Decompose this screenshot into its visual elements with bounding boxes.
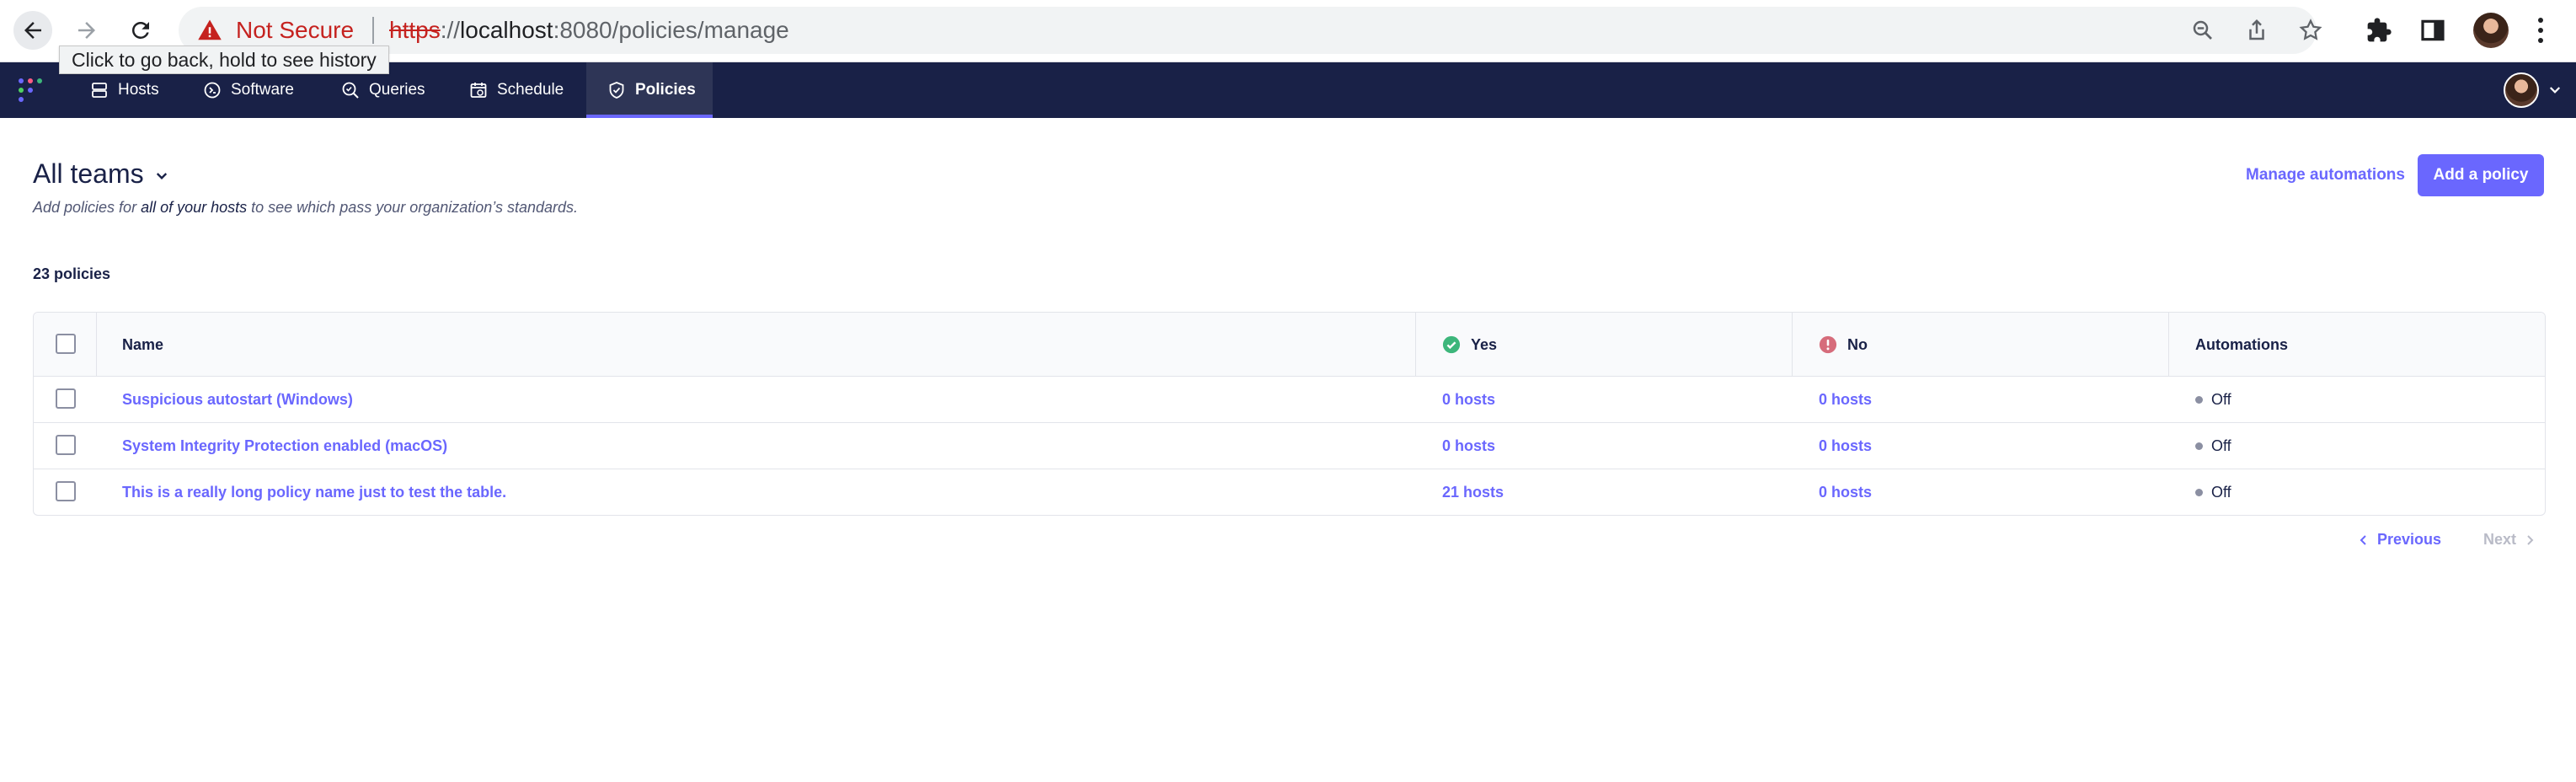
column-header-no[interactable]: No [1819, 313, 1868, 377]
avatar [2504, 72, 2539, 108]
status-dot [2195, 489, 2203, 496]
schedule-icon [470, 83, 487, 98]
more-vert-icon[interactable] [2532, 15, 2549, 46]
yes-hosts-link[interactable]: 0 hosts [1442, 377, 1495, 423]
status-dot [2195, 396, 2203, 404]
queries-icon [342, 82, 359, 99]
column-header-name[interactable]: Name [122, 313, 163, 377]
yes-hosts-link[interactable]: 21 hosts [1442, 469, 1504, 515]
header-automations-label: Automations [2195, 335, 2288, 353]
security-label: Not Secure [236, 17, 355, 43]
browser-profile-avatar[interactable] [2473, 13, 2509, 48]
star-icon[interactable] [2298, 18, 2323, 43]
nav-item-schedule[interactable]: Schedule [468, 62, 564, 118]
url-text: https://localhost:8080/policies/manage [389, 18, 789, 43]
status-label: Off [2211, 484, 2231, 501]
zoom-icon[interactable] [2190, 18, 2215, 43]
column-header-automations[interactable]: Automations [2195, 313, 2288, 377]
nav-label-schedule: Schedule [497, 81, 564, 99]
omnibox-divider [372, 17, 374, 44]
column-divider [2168, 313, 2169, 376]
nav-item-policies[interactable]: Policies [586, 62, 713, 118]
add-policy-button[interactable]: Add a policy [2418, 154, 2544, 196]
row-checkbox[interactable] [56, 388, 76, 409]
description-post: to see which pass your organization’s st… [247, 199, 579, 216]
no-hosts-link[interactable]: 0 hosts [1819, 423, 1872, 469]
no-hosts-link[interactable]: 0 hosts [1819, 469, 1872, 515]
arrow-right-icon [78, 22, 95, 39]
chevron-right-icon [2527, 534, 2534, 545]
hosts-icon [92, 83, 107, 98]
nav-label-software: Software [231, 81, 294, 99]
row-checkbox[interactable] [56, 481, 76, 501]
previous-page-button[interactable]: Previous [2359, 531, 2441, 549]
error-circle-icon [1819, 335, 1837, 354]
yes-hosts-link[interactable]: 0 hosts [1442, 423, 1495, 469]
check-circle-icon [1442, 335, 1461, 354]
automation-status: Off [2195, 377, 2231, 423]
back-button-tooltip: Click to go back, hold to see history [59, 46, 389, 74]
description-pre: Add policies for [33, 199, 142, 216]
header-name-label: Name [122, 335, 164, 353]
url-separator: :// [440, 17, 461, 43]
next-page-button[interactable]: Next [2483, 531, 2535, 549]
status-dot [2195, 442, 2203, 450]
select-all-checkbox[interactable] [56, 334, 76, 354]
status-label: Off [2211, 437, 2231, 454]
arrow-left-icon [24, 22, 41, 39]
header-no-label: No [1847, 335, 1868, 353]
automation-status: Off [2195, 469, 2231, 515]
nav-label-policies: Policies [635, 81, 696, 99]
extensions-icon[interactable] [2365, 17, 2392, 44]
fleet-logo-icon[interactable] [17, 77, 44, 104]
table-row: System Integrity Protection enabled (mac… [34, 423, 2545, 469]
chevron-left-icon [2360, 534, 2366, 545]
no-hosts-link[interactable]: 0 hosts [1819, 377, 1872, 423]
policy-count: 23 policies [33, 265, 111, 282]
active-tab-indicator [586, 115, 713, 118]
policy-name-link[interactable]: System Integrity Protection enabled (mac… [122, 423, 447, 469]
header-yes-label: Yes [1471, 335, 1498, 353]
address-bar[interactable]: Not Secure https://localhost:8080/polici… [179, 7, 2322, 54]
chevron-down-icon [2549, 87, 2561, 94]
column-divider [1415, 313, 1416, 376]
warning-icon [198, 19, 222, 40]
policies-table: Name Yes No Automations Suspicious autos… [33, 312, 2546, 516]
page-title: All teams [33, 158, 144, 189]
forward-button[interactable] [67, 11, 106, 50]
table-header: Name Yes No Automations [34, 313, 2545, 377]
policy-name-link[interactable]: Suspicious autostart (Windows) [122, 377, 353, 423]
policies-icon [609, 82, 624, 99]
side-panel-icon[interactable] [2419, 17, 2446, 44]
row-checkbox[interactable] [56, 435, 76, 455]
next-label: Next [2483, 531, 2517, 548]
reload-button[interactable] [121, 11, 160, 50]
page-description: Add policies for all of your hosts to se… [33, 199, 578, 217]
user-menu[interactable] [2504, 72, 2571, 108]
status-label: Off [2211, 391, 2231, 408]
previous-label: Previous [2377, 531, 2442, 548]
nav-label-hosts: Hosts [118, 81, 159, 99]
team-dropdown[interactable]: All teams [33, 158, 169, 190]
software-icon [204, 82, 221, 99]
policy-name-link[interactable]: This is a really long policy name just t… [122, 469, 506, 515]
reload-icon [131, 21, 149, 39]
back-button[interactable] [13, 11, 52, 50]
nav-label-queries: Queries [369, 81, 425, 99]
url-scheme: https [389, 17, 441, 43]
share-icon[interactable] [2244, 18, 2269, 43]
chevron-down-icon [156, 172, 167, 179]
column-divider [1792, 313, 1793, 376]
manage-automations-button[interactable]: Manage automations [2246, 166, 2405, 185]
url-host: localhost [460, 17, 553, 43]
column-divider [96, 313, 97, 376]
automation-status: Off [2195, 423, 2231, 469]
url-path: :8080/policies/manage [553, 17, 789, 43]
table-row: Suspicious autostart (Windows) 0 hosts 0… [34, 377, 2545, 423]
description-emphasis: all of your hosts [141, 199, 248, 216]
column-header-yes[interactable]: Yes [1442, 313, 1497, 377]
table-row: This is a really long policy name just t… [34, 469, 2545, 515]
